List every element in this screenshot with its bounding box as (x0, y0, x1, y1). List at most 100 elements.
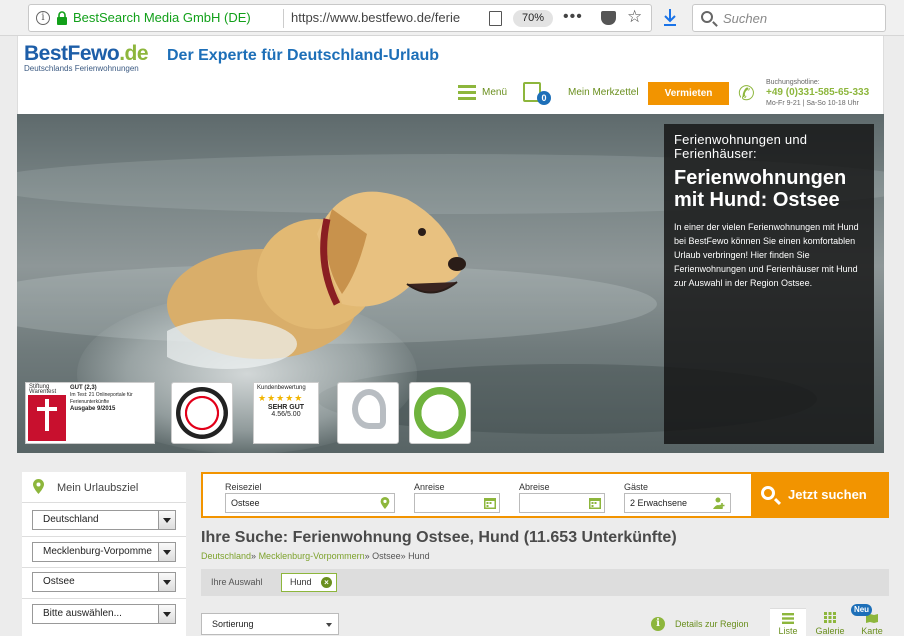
selection-chip-label: Hund (290, 577, 312, 587)
region-value: Ostsee (43, 576, 75, 587)
hero-banner: Ferienwohnungen und Ferienhäuser: Ferien… (17, 114, 884, 453)
state-value: Mecklenburg-Vorpomme (43, 546, 152, 557)
page: i BestSearch Media GmbH (DE) https://www… (0, 0, 904, 636)
anreise-input[interactable] (414, 493, 500, 513)
abreise-input[interactable] (519, 493, 605, 513)
selection-chip[interactable]: Hund × (281, 573, 337, 592)
country-select[interactable]: Deutschland (32, 510, 176, 530)
grid-icon (824, 612, 836, 623)
kundenbewertung-seal[interactable]: Kundenbewertung ★★★★★ SEHR GUT 4.56/5.00 (253, 382, 319, 444)
pocket-icon[interactable] (601, 11, 616, 25)
gaeste-value: 2 Erwachsene (630, 498, 688, 508)
anreise-label: Anreise (414, 482, 445, 492)
search-submit-label: Jetzt suchen (788, 487, 867, 502)
calendar-icon (484, 498, 496, 509)
stiftung-warentest-seal[interactable]: Stiftung Warentest GUT (2,3) Im Test: 21… (25, 382, 155, 444)
tagline: Der Experte für Deutschland-Urlaub (167, 47, 440, 64)
view-gallery-button[interactable]: Galerie (812, 608, 848, 636)
review-title: Kundenbewertung (257, 385, 306, 391)
zoom-indicator[interactable]: 70% (513, 10, 553, 27)
breadcrumb-item: Hund (408, 551, 430, 561)
hamburger-icon (458, 85, 476, 100)
chevron-down-icon (158, 543, 175, 561)
logo-main: BestFewo (24, 42, 120, 65)
list-icon (782, 613, 794, 624)
view-gallery-label: Galerie (815, 626, 845, 636)
download-icon[interactable] (662, 8, 678, 28)
hero-text: In einer der vielen Ferienwohnungen mit … (674, 222, 859, 288)
browser-search-input[interactable]: Suchen (692, 4, 886, 32)
logo[interactable]: BestFewo.de Deutschlands Ferienwohnungen (24, 42, 149, 73)
reader-view-icon[interactable] (489, 11, 502, 26)
search-icon (761, 486, 775, 500)
quality-seal[interactable] (337, 382, 399, 444)
hotline-number[interactable]: +49 (0)331-585-65-333 (766, 87, 869, 98)
logo-tld: .de (119, 42, 149, 65)
chevron-down-icon (158, 573, 175, 591)
address-bar[interactable]: i BestSearch Media GmbH (DE) https://www… (28, 4, 652, 32)
details-region-label: Details zur Region (675, 619, 749, 629)
search-submit-button[interactable]: Jetzt suchen (751, 472, 889, 518)
view-map-label: Karte (861, 626, 883, 636)
phone-icon: ✆ (738, 83, 755, 105)
chevron-down-icon (158, 605, 175, 623)
close-icon[interactable]: × (321, 577, 332, 588)
merkzettel-count: 0 (537, 91, 551, 105)
review-score: 4.56/5.00 (271, 411, 301, 418)
review-stars: ★★★★★ (258, 393, 304, 403)
gaeste-label: Gäste (624, 482, 649, 492)
site-header: BestFewo.de Deutschlands Ferienwohnungen… (17, 36, 884, 114)
new-badge: Neu (851, 604, 872, 616)
logo-subtitle: Deutschlands Ferienwohnungen (24, 64, 139, 73)
stiftung-text: Im Test: 21 Onlineportale für Ferienunte… (70, 392, 133, 405)
selection-bar: Ihre Auswahl Hund × (201, 569, 889, 596)
view-list-label: Liste (778, 626, 798, 636)
menu-label: Menü (482, 87, 508, 98)
breadcrumb-item[interactable]: Mecklenburg-Vorpommern (259, 551, 365, 561)
bookmark-star-icon[interactable]: ☆ (627, 7, 642, 27)
location-pin-icon (33, 479, 44, 494)
stiftung-title: Stiftung Warentest (28, 384, 66, 395)
abreise-label: Abreise (519, 482, 550, 492)
url-text[interactable]: https://www.bestfewo.de/ferie (291, 10, 481, 25)
stiftung-issue: Ausgabe 9/2015 (70, 406, 116, 412)
calendar-icon (589, 498, 601, 509)
reiseziel-value: Ostsee (231, 498, 260, 508)
region-select[interactable]: Ostsee (32, 572, 176, 592)
guests-icon (713, 497, 725, 509)
place-value: Bitte auswählen... (43, 608, 122, 619)
info-icon[interactable]: i (36, 11, 50, 25)
sidebar-title: Mein Urlaubsziel (57, 482, 139, 494)
hotline-caption: Buchungshotline: (766, 79, 820, 86)
dog-image (167, 191, 466, 369)
view-list-button[interactable]: Liste (770, 608, 806, 636)
merkzettel-label: Mein Merkzettel (568, 87, 639, 98)
reiseziel-label: Reiseziel (225, 482, 262, 492)
reiseziel-input[interactable]: Ostsee (225, 493, 395, 513)
place-select[interactable]: Bitte auswählen... (32, 604, 176, 624)
review-grade: SEHR GUT (267, 404, 305, 411)
stiftung-grade: GUT (2,3) (70, 385, 97, 391)
hero-kicker: Ferienwohnungen und Ferienhäuser: (674, 132, 808, 161)
holiday-home-seal[interactable] (409, 382, 471, 444)
state-select[interactable]: Mecklenburg-Vorpomme (32, 542, 176, 562)
breadcrumb-item[interactable]: Ostsee (372, 551, 401, 561)
sort-select[interactable]: Sortierung (201, 613, 339, 635)
search-icon (701, 11, 713, 23)
breadcrumb: Deutschland» Mecklenburg-Vorpommern» Ost… (201, 551, 430, 561)
hero-text-box: Ferienwohnungen und Ferienhäuser: Ferien… (664, 124, 874, 444)
gaeste-input[interactable]: 2 Erwachsene (624, 493, 731, 513)
vermieten-button[interactable]: Vermieten (648, 82, 729, 105)
ntv-seal[interactable] (171, 382, 233, 444)
page-actions-icon[interactable]: ••• (563, 8, 583, 26)
quality-seal-graphic (352, 389, 386, 429)
selection-label: Ihre Auswahl (211, 577, 263, 587)
ntv-seal-graphic (176, 387, 228, 439)
sidebar-header: Mein Urlaubsziel (22, 472, 186, 503)
destination-sidebar: Mein Urlaubsziel Deutschland Mecklenburg… (22, 472, 186, 636)
search-placeholder: Suchen (723, 11, 768, 26)
breadcrumb-item[interactable]: Deutschland (201, 551, 251, 561)
search-form: Reiseziel Ostsee Anreise Abreise Gäste 2… (201, 472, 751, 518)
site-identity[interactable]: BestSearch Media GmbH (DE) (73, 10, 251, 25)
country-value: Deutschland (43, 514, 99, 525)
